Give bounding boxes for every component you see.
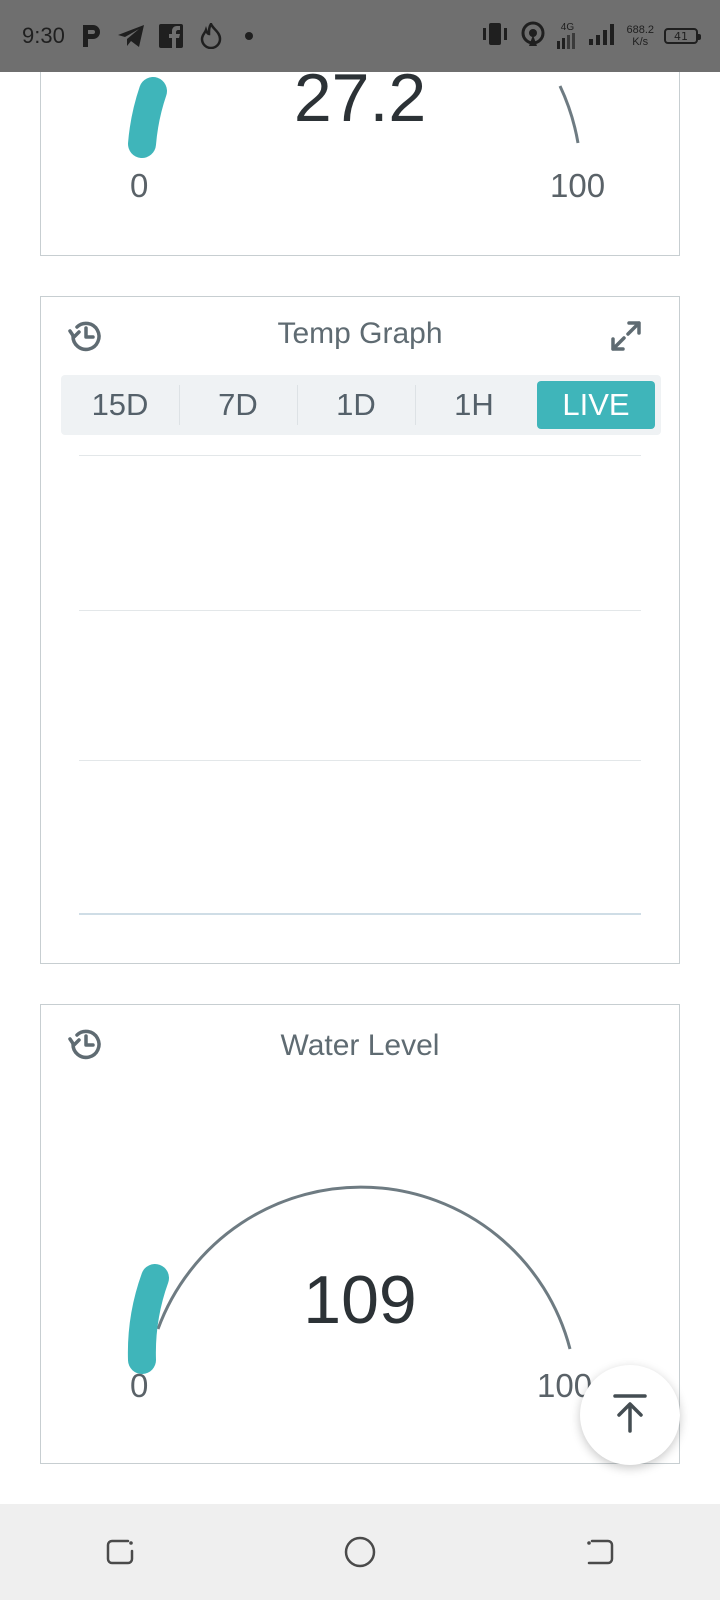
telegram-icon: [117, 22, 145, 50]
network-speed-unit: K/s: [632, 36, 649, 48]
temperature-min-label: 0: [130, 167, 149, 204]
range-7d-button[interactable]: 7D: [179, 381, 297, 429]
range-1d-button[interactable]: 1D: [297, 381, 415, 429]
4g-icon: 4G: [556, 23, 578, 49]
back-button[interactable]: [570, 1522, 630, 1582]
battery-level: 41: [674, 29, 688, 43]
recent-apps-icon: [106, 1539, 134, 1565]
time-range-selector: 15D 7D 1D 1H LIVE: [61, 375, 661, 435]
water-level-value: 109: [303, 1262, 417, 1338]
graph-gridline: [79, 760, 641, 761]
network-speed: 688.2 K/s: [626, 24, 654, 48]
facebook-icon: [157, 22, 185, 50]
hotspot-icon: [520, 21, 546, 51]
graph-gridline: [79, 455, 641, 456]
back-icon: [587, 1539, 614, 1565]
battery-icon: 41: [664, 28, 701, 44]
system-navigation-bar: [0, 1504, 720, 1600]
expand-icon[interactable]: [609, 319, 643, 353]
range-live-button[interactable]: LIVE: [537, 381, 655, 429]
vibrate-icon: [480, 22, 510, 50]
home-button[interactable]: [330, 1522, 390, 1582]
temp-graph-card: Temp Graph 15D 7D 1D 1H LIVE: [40, 296, 680, 964]
fire-icon: [197, 22, 225, 50]
network-type: 4G: [560, 22, 575, 33]
graph-gridline: [79, 610, 641, 611]
status-right: 4G 688.2 K/s 41: [480, 21, 701, 51]
signal-icon: [588, 22, 616, 50]
p-icon: [77, 22, 105, 50]
scroll-to-top-button[interactable]: [580, 1365, 680, 1465]
temp-graph-title: Temp Graph: [277, 317, 443, 350]
graph-baseline: [79, 913, 641, 915]
arrow-up-to-top-icon: [613, 1393, 647, 1437]
recent-apps-button[interactable]: [90, 1522, 150, 1582]
home-circle-icon: [344, 1536, 376, 1568]
temperature-max-label: 100: [550, 167, 606, 204]
status-time: 9:30: [22, 23, 65, 48]
range-1h-button[interactable]: 1H: [415, 381, 533, 429]
range-15d-button[interactable]: 15D: [61, 381, 179, 429]
water-level-min-label: 0: [130, 1367, 149, 1404]
status-bar: 9:30 4G 688.2 K/s 41: [0, 0, 720, 72]
dot-icon: [244, 32, 253, 40]
network-speed-value: 688.2: [626, 24, 654, 36]
